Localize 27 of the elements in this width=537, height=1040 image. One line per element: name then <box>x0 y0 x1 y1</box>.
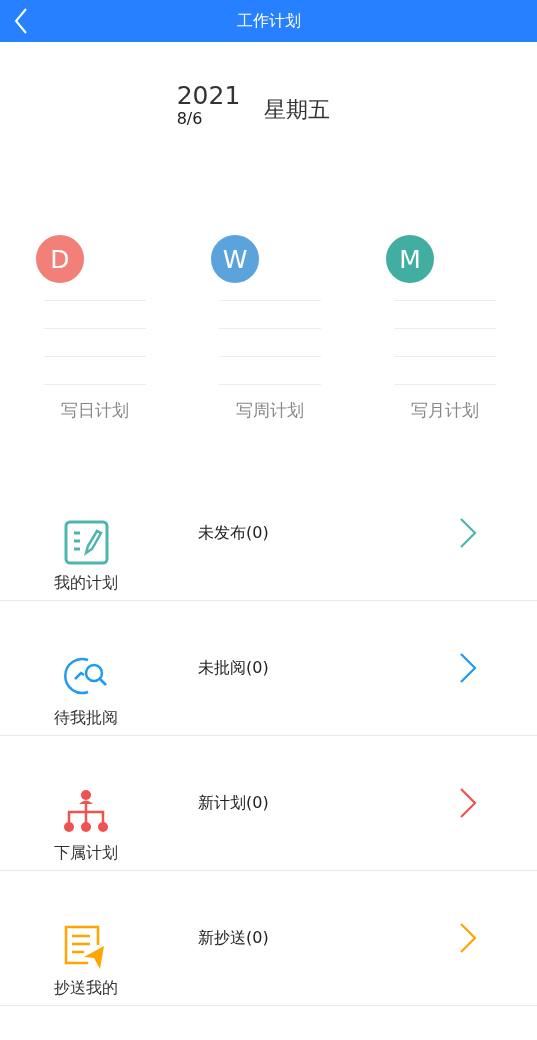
date-text: 8/6 <box>176 110 204 128</box>
menu-row[interactable]: 下属计划 新计划(0) <box>0 736 537 871</box>
weekday-text: 星期五 <box>264 96 331 124</box>
status-text: 未批阅(0) <box>198 657 270 679</box>
menu-row[interactable]: 抄送我的 新抄送(0) <box>0 871 537 1006</box>
chevron-right-icon <box>459 517 477 549</box>
row-label: 待我批阅 <box>54 708 118 729</box>
chevron-right-icon <box>459 652 477 684</box>
plan-avatar[interactable]: W <box>211 235 259 283</box>
row-label: 下属计划 <box>54 843 118 864</box>
menu-row[interactable]: 待我批阅 未批阅(0) <box>0 601 537 736</box>
year-text: 2021 <box>176 82 241 110</box>
plan-link[interactable]: 写周计划 <box>219 399 321 422</box>
chevron-right-icon <box>459 787 477 819</box>
back-icon <box>14 8 28 34</box>
plan-avatar[interactable]: D <box>36 235 84 283</box>
row-label: 抄送我的 <box>54 978 118 999</box>
chevron-right-icon <box>459 922 477 954</box>
status-text: 新计划(0) <box>198 792 270 814</box>
menu-row[interactable]: 我的计划 未发布(0) <box>0 466 537 601</box>
plan-link[interactable]: 写日计划 <box>44 399 146 422</box>
status-text: 未发布(0) <box>198 522 270 544</box>
plan-link[interactable]: 写月计划 <box>394 399 496 422</box>
row-label: 我的计划 <box>54 573 118 594</box>
status-text: 新抄送(0) <box>198 927 270 949</box>
plan-avatar[interactable]: M <box>386 235 434 283</box>
page-title: 工作计划 <box>235 10 302 32</box>
